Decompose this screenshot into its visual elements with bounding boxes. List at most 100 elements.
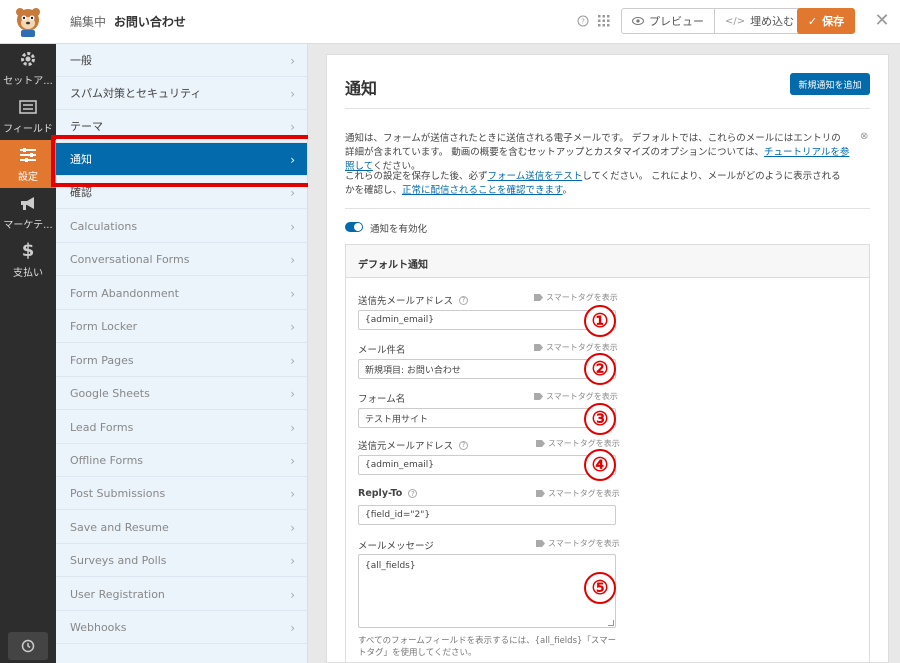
settings-item-label: スパム対策とセキュリティ — [70, 87, 202, 100]
sliders-icon — [18, 146, 38, 164]
nav-settings[interactable]: 設定 — [0, 140, 56, 188]
chevron-right-icon: › — [290, 120, 295, 134]
page-title: 編集中 お問い合わせ — [70, 13, 186, 30]
help-icon[interactable]: ? — [459, 440, 469, 450]
settings-item-lead-forms[interactable]: Lead Forms › — [56, 411, 307, 444]
preview-button[interactable]: プレビュー — [622, 9, 714, 33]
message-textarea[interactable]: {all_fields} — [358, 554, 616, 628]
chevron-right-icon: › — [290, 454, 295, 468]
chevron-right-icon: › — [290, 621, 295, 635]
settings-item-general[interactable]: 一般 › — [56, 44, 307, 77]
settings-item-label: Form Pages — [70, 353, 134, 367]
tag-icon — [534, 393, 543, 400]
smart-tag-label: スマートタグを表示 — [548, 539, 620, 548]
save-label: 保存 — [822, 15, 845, 28]
smart-tag-toggle[interactable]: スマートタグを表示 — [534, 292, 618, 303]
nav-settings-label: 設定 — [18, 171, 38, 183]
chevron-right-icon: › — [290, 387, 295, 401]
highlight-frame — [51, 135, 320, 187]
help-icon[interactable]: ? — [459, 295, 469, 305]
reply-to-input[interactable]: {field_id="2"} — [358, 505, 616, 525]
nav-marketing-label: マーケテ... — [3, 219, 53, 231]
settings-item-label: Save and Resume — [70, 520, 169, 534]
dismiss-icon[interactable]: ⊗ — [860, 132, 870, 142]
notification-description: 通知は、フォームが送信されたときに送信される電子メールです。 デフォルトでは、こ… — [345, 132, 850, 174]
settings-item-conversational-forms[interactable]: Conversational Forms › — [56, 243, 307, 276]
smart-tag-toggle[interactable]: スマートタグを表示 — [536, 438, 620, 449]
embed-label: 埋め込む — [750, 15, 795, 28]
desc-text: これらの設定を保存した後、必ず — [345, 171, 488, 182]
apps-grid-icon[interactable] — [596, 13, 612, 29]
settings-item-save-and-resume[interactable]: Save and Resume › — [56, 511, 307, 544]
chevron-right-icon: › — [290, 320, 295, 334]
settings-item-webhooks[interactable]: Webhooks › — [56, 611, 307, 644]
settings-item-offline-forms[interactable]: Offline Forms › — [56, 444, 307, 477]
nav-marketing[interactable]: マーケテ... — [0, 188, 56, 236]
smart-tag-toggle[interactable]: スマートタグを表示 — [534, 342, 618, 353]
settings-item-form-locker[interactable]: Form Locker › — [56, 310, 307, 343]
divider — [345, 208, 870, 209]
chevron-right-icon: › — [290, 487, 295, 501]
delivery-link[interactable]: 正常に配信されることを確認できます — [402, 185, 563, 196]
settings-item-google-sheets[interactable]: Google Sheets › — [56, 377, 307, 410]
enable-notifications-toggle[interactable] — [345, 222, 363, 232]
nav-payments[interactable]: $ 支払い — [0, 236, 56, 284]
form-name: お問い合わせ — [113, 15, 186, 29]
settings-item-label: Form Locker — [70, 319, 138, 333]
close-icon[interactable]: ✕ — [872, 10, 892, 31]
settings-item-form-pages[interactable]: Form Pages › — [56, 344, 307, 377]
help-icon[interactable]: ? — [575, 13, 591, 29]
wpforms-logo-icon — [0, 0, 56, 44]
chevron-right-icon: › — [290, 54, 295, 68]
from-name-input[interactable]: テスト用サイト — [358, 408, 616, 428]
from-email-label: 送信元メールアドレス? — [358, 438, 469, 452]
embed-button[interactable]: </> 埋め込む — [714, 9, 804, 33]
subject-label: メール件名 — [358, 342, 406, 356]
settings-item-label: Post Submissions — [70, 486, 166, 500]
settings-item-post-submissions[interactable]: Post Submissions › — [56, 477, 307, 510]
settings-item-label: 一般 — [70, 54, 92, 67]
send-to-input[interactable]: {admin_email} — [358, 310, 616, 330]
test-form-link[interactable]: フォーム送信をテスト — [488, 171, 583, 182]
resize-handle-icon[interactable] — [608, 620, 614, 626]
add-notification-button[interactable]: 新規通知を追加 — [790, 73, 870, 95]
chevron-right-icon: › — [290, 521, 295, 535]
test-description: これらの設定を保存した後、必ずフォーム送信をテストしてください。 これにより、メ… — [345, 170, 850, 198]
message-value: {all_fields} — [365, 561, 416, 571]
settings-item-surveys-and-polls[interactable]: Surveys and Polls › — [56, 544, 307, 577]
revisions-button[interactable] — [8, 632, 48, 660]
from-email-input[interactable]: {admin_email} — [358, 455, 616, 475]
panel-title: 通知 — [345, 79, 378, 98]
settings-item-spam[interactable]: スパム対策とセキュリティ › — [56, 77, 307, 110]
dollar-icon: $ — [21, 240, 35, 261]
save-button[interactable]: ✓ 保存 — [797, 8, 855, 34]
subject-input[interactable]: 新規項目: お問い合わせ — [358, 359, 616, 379]
settings-item-user-registration[interactable]: User Registration › — [56, 578, 307, 611]
annotation-marker: ② — [584, 353, 616, 385]
chevron-right-icon: › — [290, 421, 295, 435]
settings-item-label: Calculations — [70, 219, 138, 233]
from-name-label: フォーム名 — [358, 391, 405, 405]
smart-tag-toggle[interactable]: スマートタグを表示 — [536, 488, 620, 499]
check-icon: ✓ — [807, 14, 818, 28]
annotation-marker: ③ — [584, 403, 616, 435]
preview-embed-group: プレビュー </> 埋め込む — [621, 8, 806, 34]
settings-item-label: Form Abandonment — [70, 286, 179, 300]
divider — [345, 108, 870, 109]
editing-prefix: 編集中 — [70, 15, 107, 29]
nav-fields[interactable]: フィールド — [0, 92, 56, 140]
field-label-text: Reply-To — [358, 488, 403, 499]
smart-tag-label: スマートタグを表示 — [548, 489, 620, 498]
nav-setup[interactable]: セットア... — [0, 44, 56, 92]
code-icon: </> — [725, 15, 746, 27]
settings-item-form-abandonment[interactable]: Form Abandonment › — [56, 277, 307, 310]
chevron-right-icon: › — [290, 287, 295, 301]
annotation-marker: ① — [584, 305, 616, 337]
nav-setup-label: セットア... — [3, 75, 53, 87]
smart-tag-toggle[interactable]: スマートタグを表示 — [536, 538, 620, 549]
chevron-right-icon: › — [290, 554, 295, 568]
help-icon[interactable]: ? — [408, 489, 418, 498]
smart-tag-toggle[interactable]: スマートタグを表示 — [534, 391, 618, 402]
settings-item-calculations[interactable]: Calculations › — [56, 210, 307, 243]
settings-item-label: Lead Forms — [70, 420, 134, 434]
